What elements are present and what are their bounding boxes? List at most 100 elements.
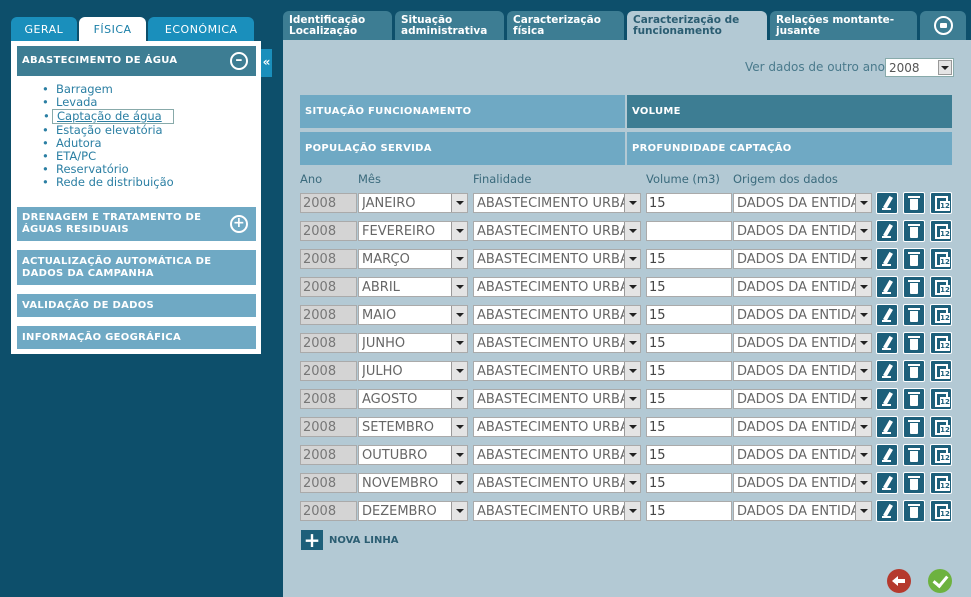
copy-icon[interactable] xyxy=(930,276,952,298)
section-volume[interactable]: VOLUME xyxy=(627,95,952,128)
row-ano[interactable]: 2008 xyxy=(300,389,357,409)
row-origem-select[interactable]: DADOS DA ENTIDADE xyxy=(733,473,872,493)
pencil-icon[interactable] xyxy=(876,500,898,522)
row-finalidade-select[interactable]: ABASTECIMENTO URBANO xyxy=(473,249,641,269)
pencil-icon[interactable] xyxy=(876,304,898,326)
trash-icon[interactable] xyxy=(903,332,925,354)
trash-icon[interactable] xyxy=(903,360,925,382)
tab-camera[interactable] xyxy=(920,11,966,41)
pencil-icon[interactable] xyxy=(876,248,898,270)
pencil-icon[interactable] xyxy=(876,472,898,494)
row-ano[interactable]: 2008 xyxy=(300,473,357,493)
tab-caracterizacao-fisica[interactable]: Caracterização física xyxy=(507,11,624,41)
copy-icon[interactable] xyxy=(930,192,952,214)
row-finalidade-select[interactable]: ABASTECIMENTO URBANO xyxy=(473,193,641,213)
pencil-icon[interactable] xyxy=(876,444,898,466)
collapse-sidebar-button[interactable]: « xyxy=(261,49,272,77)
row-finalidade-select[interactable]: ABASTECIMENTO URBANO xyxy=(473,361,641,381)
row-ano[interactable]: 2008 xyxy=(300,277,357,297)
section-informacao-geografica[interactable]: INFORMAÇÃO GEOGRÁFICA xyxy=(17,326,256,349)
row-origem-select[interactable]: DADOS DA ENTIDADE xyxy=(733,445,872,465)
copy-icon[interactable] xyxy=(930,472,952,494)
row-origem-select[interactable]: DADOS DA ENTIDADE xyxy=(733,249,872,269)
row-finalidade-select[interactable]: ABASTECIMENTO URBANO xyxy=(473,417,641,437)
pencil-icon[interactable] xyxy=(876,192,898,214)
pencil-icon[interactable] xyxy=(876,332,898,354)
row-finalidade-select[interactable]: ABASTECIMENTO URBANO xyxy=(473,305,641,325)
row-mes-select[interactable]: SETEMBRO xyxy=(358,417,468,437)
row-mes-select[interactable]: MAIO xyxy=(358,305,468,325)
pencil-icon[interactable] xyxy=(876,220,898,242)
row-volume-input[interactable]: 15 xyxy=(646,501,732,521)
row-volume-input[interactable] xyxy=(646,221,732,241)
row-volume-input[interactable]: 15 xyxy=(646,333,732,353)
trash-icon[interactable] xyxy=(903,304,925,326)
copy-icon[interactable] xyxy=(930,444,952,466)
year-select[interactable]: 2008 xyxy=(885,58,954,77)
copy-icon[interactable] xyxy=(930,248,952,270)
trash-icon[interactable] xyxy=(903,500,925,522)
sidebar-item-levada[interactable]: Levada xyxy=(42,96,174,110)
trash-icon[interactable] xyxy=(903,192,925,214)
row-finalidade-select[interactable]: ABASTECIMENTO URBANO xyxy=(473,277,641,297)
row-origem-select[interactable]: DADOS DA ENTIDADE xyxy=(733,193,872,213)
row-ano[interactable]: 2008 xyxy=(300,501,357,521)
plus-circle-icon[interactable]: + xyxy=(230,215,248,233)
row-volume-input[interactable]: 15 xyxy=(646,389,732,409)
tab-situacao-administrativa[interactable]: Situação administrativa xyxy=(395,11,504,41)
add-row-label[interactable]: NOVA LINHA xyxy=(329,535,398,546)
row-ano[interactable]: 2008 xyxy=(300,417,357,437)
section-actualizacao[interactable]: ACTUALIZAÇÃO AUTOMÁTICA DE DADOS DA CAMP… xyxy=(17,250,256,285)
trash-icon[interactable] xyxy=(903,220,925,242)
row-origem-select[interactable]: DADOS DA ENTIDADE xyxy=(733,333,872,353)
row-mes-select[interactable]: MARÇO xyxy=(358,249,468,269)
row-volume-input[interactable]: 15 xyxy=(646,249,732,269)
pencil-icon[interactable] xyxy=(876,276,898,298)
row-mes-select[interactable]: JULHO xyxy=(358,361,468,381)
row-mes-select[interactable]: AGOSTO xyxy=(358,389,468,409)
row-ano[interactable]: 2008 xyxy=(300,333,357,353)
row-mes-select[interactable]: OUTUBRO xyxy=(358,445,468,465)
row-volume-input[interactable]: 15 xyxy=(646,305,732,325)
copy-icon[interactable] xyxy=(930,220,952,242)
row-finalidade-select[interactable]: ABASTECIMENTO URBANO xyxy=(473,221,641,241)
section-abastecimento-agua[interactable]: ABASTECIMENTO DE ÁGUA – xyxy=(17,46,256,76)
row-finalidade-select[interactable]: ABASTECIMENTO URBANO xyxy=(473,389,641,409)
row-volume-input[interactable]: 15 xyxy=(646,445,732,465)
copy-icon[interactable] xyxy=(930,500,952,522)
row-finalidade-select[interactable]: ABASTECIMENTO URBANO xyxy=(473,333,641,353)
tab-fisica[interactable]: FÍSICA xyxy=(78,17,147,41)
row-mes-select[interactable]: ABRIL xyxy=(358,277,468,297)
row-ano[interactable]: 2008 xyxy=(300,193,357,213)
row-mes-select[interactable]: JUNHO xyxy=(358,333,468,353)
copy-icon[interactable] xyxy=(930,360,952,382)
row-volume-input[interactable]: 15 xyxy=(646,361,732,381)
copy-icon[interactable] xyxy=(930,304,952,326)
row-mes-select[interactable]: DEZEMBRO xyxy=(358,501,468,521)
copy-icon[interactable] xyxy=(930,388,952,410)
row-volume-input[interactable]: 15 xyxy=(646,277,732,297)
copy-icon[interactable] xyxy=(930,332,952,354)
back-arrow-icon[interactable] xyxy=(887,569,911,593)
section-profundidade-captacao[interactable]: PROFUNDIDADE CAPTAÇÃO xyxy=(627,132,952,165)
row-ano[interactable]: 2008 xyxy=(300,249,357,269)
minus-circle-icon[interactable]: – xyxy=(230,52,248,70)
row-ano[interactable]: 2008 xyxy=(300,305,357,325)
row-origem-select[interactable]: DADOS DA ENTIDADE xyxy=(733,501,872,521)
copy-icon[interactable] xyxy=(930,416,952,438)
row-origem-select[interactable]: DADOS DA ENTIDADE xyxy=(733,277,872,297)
row-origem-select[interactable]: DADOS DA ENTIDADE xyxy=(733,361,872,381)
sidebar-item-rede-distribuicao[interactable]: Rede de distribuição xyxy=(42,176,174,190)
row-origem-select[interactable]: DADOS DA ENTIDADE xyxy=(733,221,872,241)
trash-icon[interactable] xyxy=(903,444,925,466)
section-populacao-servida[interactable]: POPULAÇÃO SERVIDA xyxy=(300,132,625,165)
section-situacao-funcionamento[interactable]: SITUAÇÃO FUNCIONAMENTO xyxy=(300,95,625,128)
row-volume-input[interactable]: 15 xyxy=(646,193,732,213)
row-ano[interactable]: 2008 xyxy=(300,445,357,465)
add-row-button[interactable]: + xyxy=(301,530,323,550)
row-ano[interactable]: 2008 xyxy=(300,361,357,381)
tab-identificacao-localizacao[interactable]: Identificação Localização xyxy=(283,11,392,41)
row-finalidade-select[interactable]: ABASTECIMENTO URBANO xyxy=(473,501,641,521)
check-icon[interactable] xyxy=(928,569,952,593)
row-volume-input[interactable]: 15 xyxy=(646,417,732,437)
